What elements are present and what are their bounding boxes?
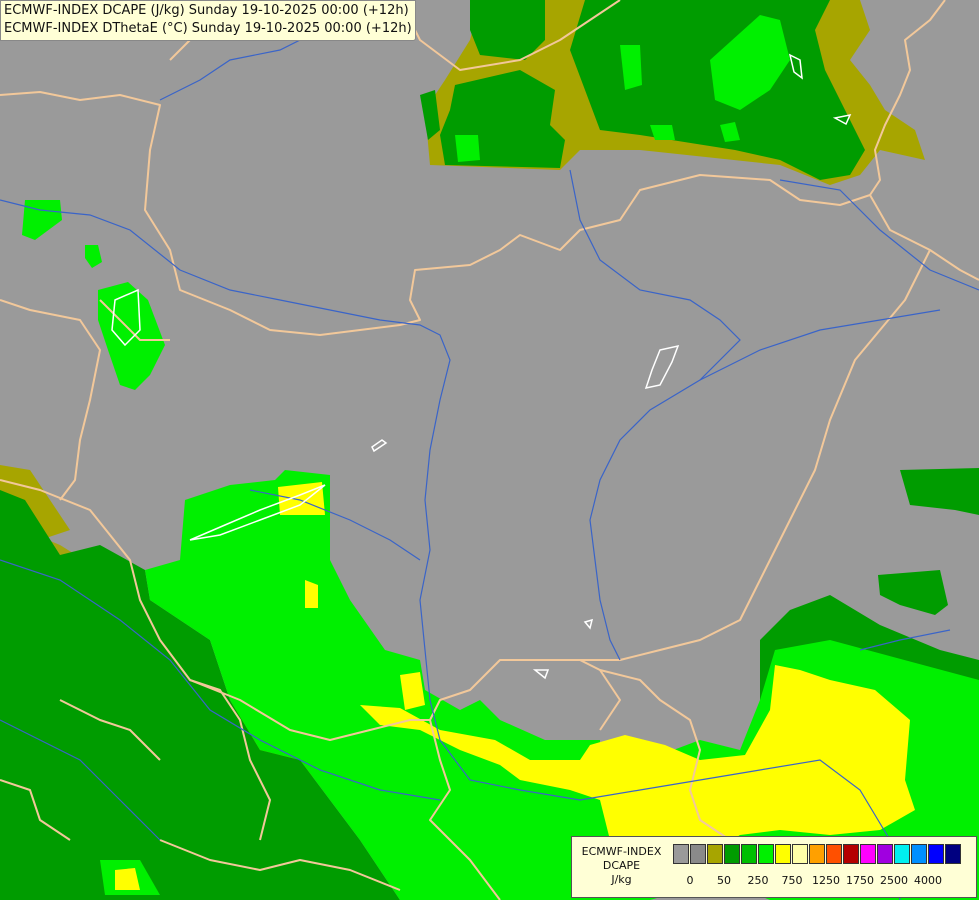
legend-ticks: 0 50 250 750 1250 1750 2500 4000 <box>673 874 973 888</box>
legend-swatch <box>809 844 825 864</box>
legend-swatch <box>928 844 944 864</box>
map-title: ECMWF-INDEX DCAPE (J/kg) Sunday 19-10-20… <box>0 0 416 41</box>
legend-swatch <box>690 844 706 864</box>
legend-tick-label: 0 <box>686 874 694 887</box>
legend-tick-label: 50 <box>717 874 731 887</box>
legend-tick-label: 750 <box>781 874 803 887</box>
legend-swatch <box>894 844 910 864</box>
legend-swatch <box>877 844 893 864</box>
map-canvas <box>0 0 979 900</box>
legend-swatch <box>792 844 808 864</box>
legend-swatch <box>707 844 723 864</box>
legend-swatch <box>724 844 740 864</box>
legend-swatch <box>775 844 791 864</box>
legend-swatch <box>741 844 757 864</box>
legend-swatch <box>945 844 961 864</box>
legend-swatch <box>911 844 927 864</box>
title-dthetae: ECMWF-INDEX DThetaE (°C) Sunday 19-10-20… <box>4 21 412 36</box>
title-dcape: ECMWF-INDEX DCAPE (J/kg) Sunday 19-10-20… <box>4 3 409 18</box>
legend-swatch <box>673 844 689 864</box>
legend: ECMWF-INDEX DCAPE J/kg 0 50 250 750 1250 1750… <box>571 836 977 898</box>
legend-model: ECMWF-INDEX <box>581 845 662 858</box>
legend-swatch <box>758 844 774 864</box>
legend-swatch <box>826 844 842 864</box>
legend-tick-label: 1750 <box>846 874 874 887</box>
legend-tick-label: 2500 <box>880 874 908 887</box>
legend-tick-label: 1250 <box>812 874 840 887</box>
legend-color-scale <box>673 844 962 864</box>
legend-parameter: DCAPE <box>602 859 641 872</box>
legend-swatch <box>860 844 876 864</box>
legend-label: ECMWF-INDEX DCAPE J/kg <box>574 845 669 887</box>
legend-swatch <box>843 844 859 864</box>
legend-tick-label: 4000 <box>914 874 942 887</box>
weather-map[interactable]: ECMWF-INDEX DCAPE (J/kg) Sunday 19-10-20… <box>0 0 979 900</box>
legend-unit: J/kg <box>611 873 632 886</box>
legend-tick-label: 250 <box>747 874 769 887</box>
